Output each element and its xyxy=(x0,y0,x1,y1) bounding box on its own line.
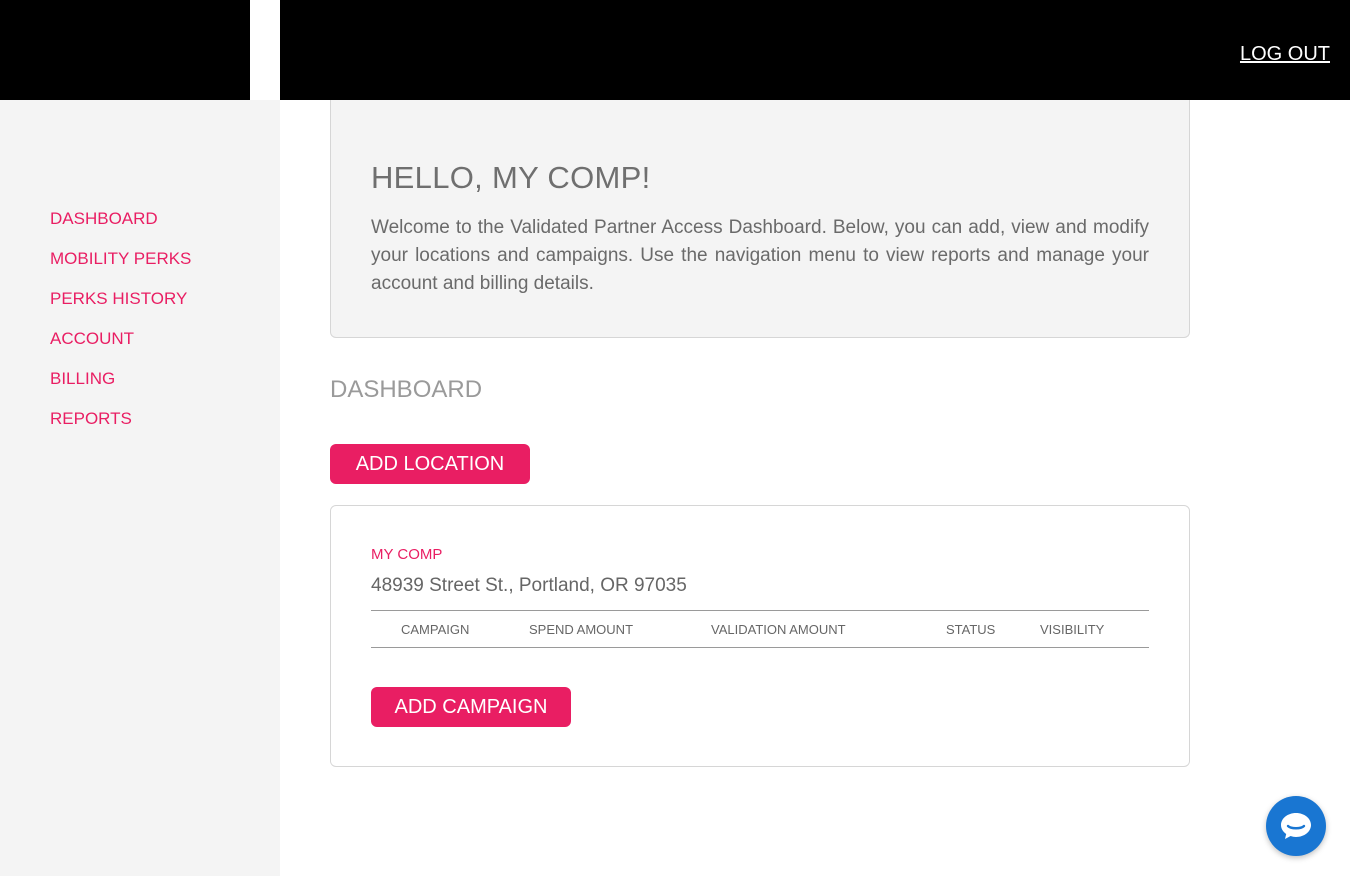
location-card: MY COMP 48939 Street St., Portland, OR 9… xyxy=(330,505,1190,767)
sidebar-item-account[interactable]: ACCOUNT xyxy=(50,330,191,370)
column-validation-amount: VALIDATION AMOUNT xyxy=(711,622,846,637)
logout-link[interactable]: LOG OUT xyxy=(1240,43,1330,66)
sidebar-item-perks-history[interactable]: PERKS HISTORY xyxy=(50,290,191,330)
welcome-title: HELLO, MY COMP! xyxy=(371,160,651,195)
column-spend-amount: SPEND AMOUNT xyxy=(529,622,634,637)
dashboard-title: DASHBOARD xyxy=(330,376,483,403)
column-campaign: CAMPAIGN xyxy=(401,622,470,637)
topbar: LOG OUT xyxy=(280,0,1350,100)
sidebar-item-dashboard[interactable]: DASHBOARD xyxy=(50,210,191,250)
sidebar-item-billing[interactable]: BILLING xyxy=(50,370,191,410)
welcome-card: HELLO, MY COMP! Welcome to the Validated… xyxy=(330,100,1190,338)
campaign-table-header: CAMPAIGN SPEND AMOUNT VALIDATION AMOUNT … xyxy=(371,610,1149,648)
sidebar: DASHBOARD MOBILITY PERKS PERKS HISTORY A… xyxy=(0,100,280,876)
column-visibility: VISIBILITY xyxy=(1040,622,1105,637)
topbar-left xyxy=(0,0,250,100)
sidebar-item-mobility-perks[interactable]: MOBILITY PERKS xyxy=(50,250,191,290)
sidebar-item-reports[interactable]: REPORTS xyxy=(50,410,191,450)
sidebar-nav: DASHBOARD MOBILITY PERKS PERKS HISTORY A… xyxy=(50,210,191,450)
welcome-text: Welcome to the Validated Partner Access … xyxy=(371,217,1149,294)
column-status: STATUS xyxy=(946,622,996,637)
location-name: MY COMP xyxy=(371,546,443,563)
chat-button[interactable] xyxy=(1266,796,1326,856)
add-campaign-button[interactable]: ADD CAMPAIGN xyxy=(371,687,571,727)
location-address: 48939 Street St., Portland, OR 97035 xyxy=(371,575,687,596)
add-location-button[interactable]: ADD LOCATION xyxy=(330,444,530,484)
